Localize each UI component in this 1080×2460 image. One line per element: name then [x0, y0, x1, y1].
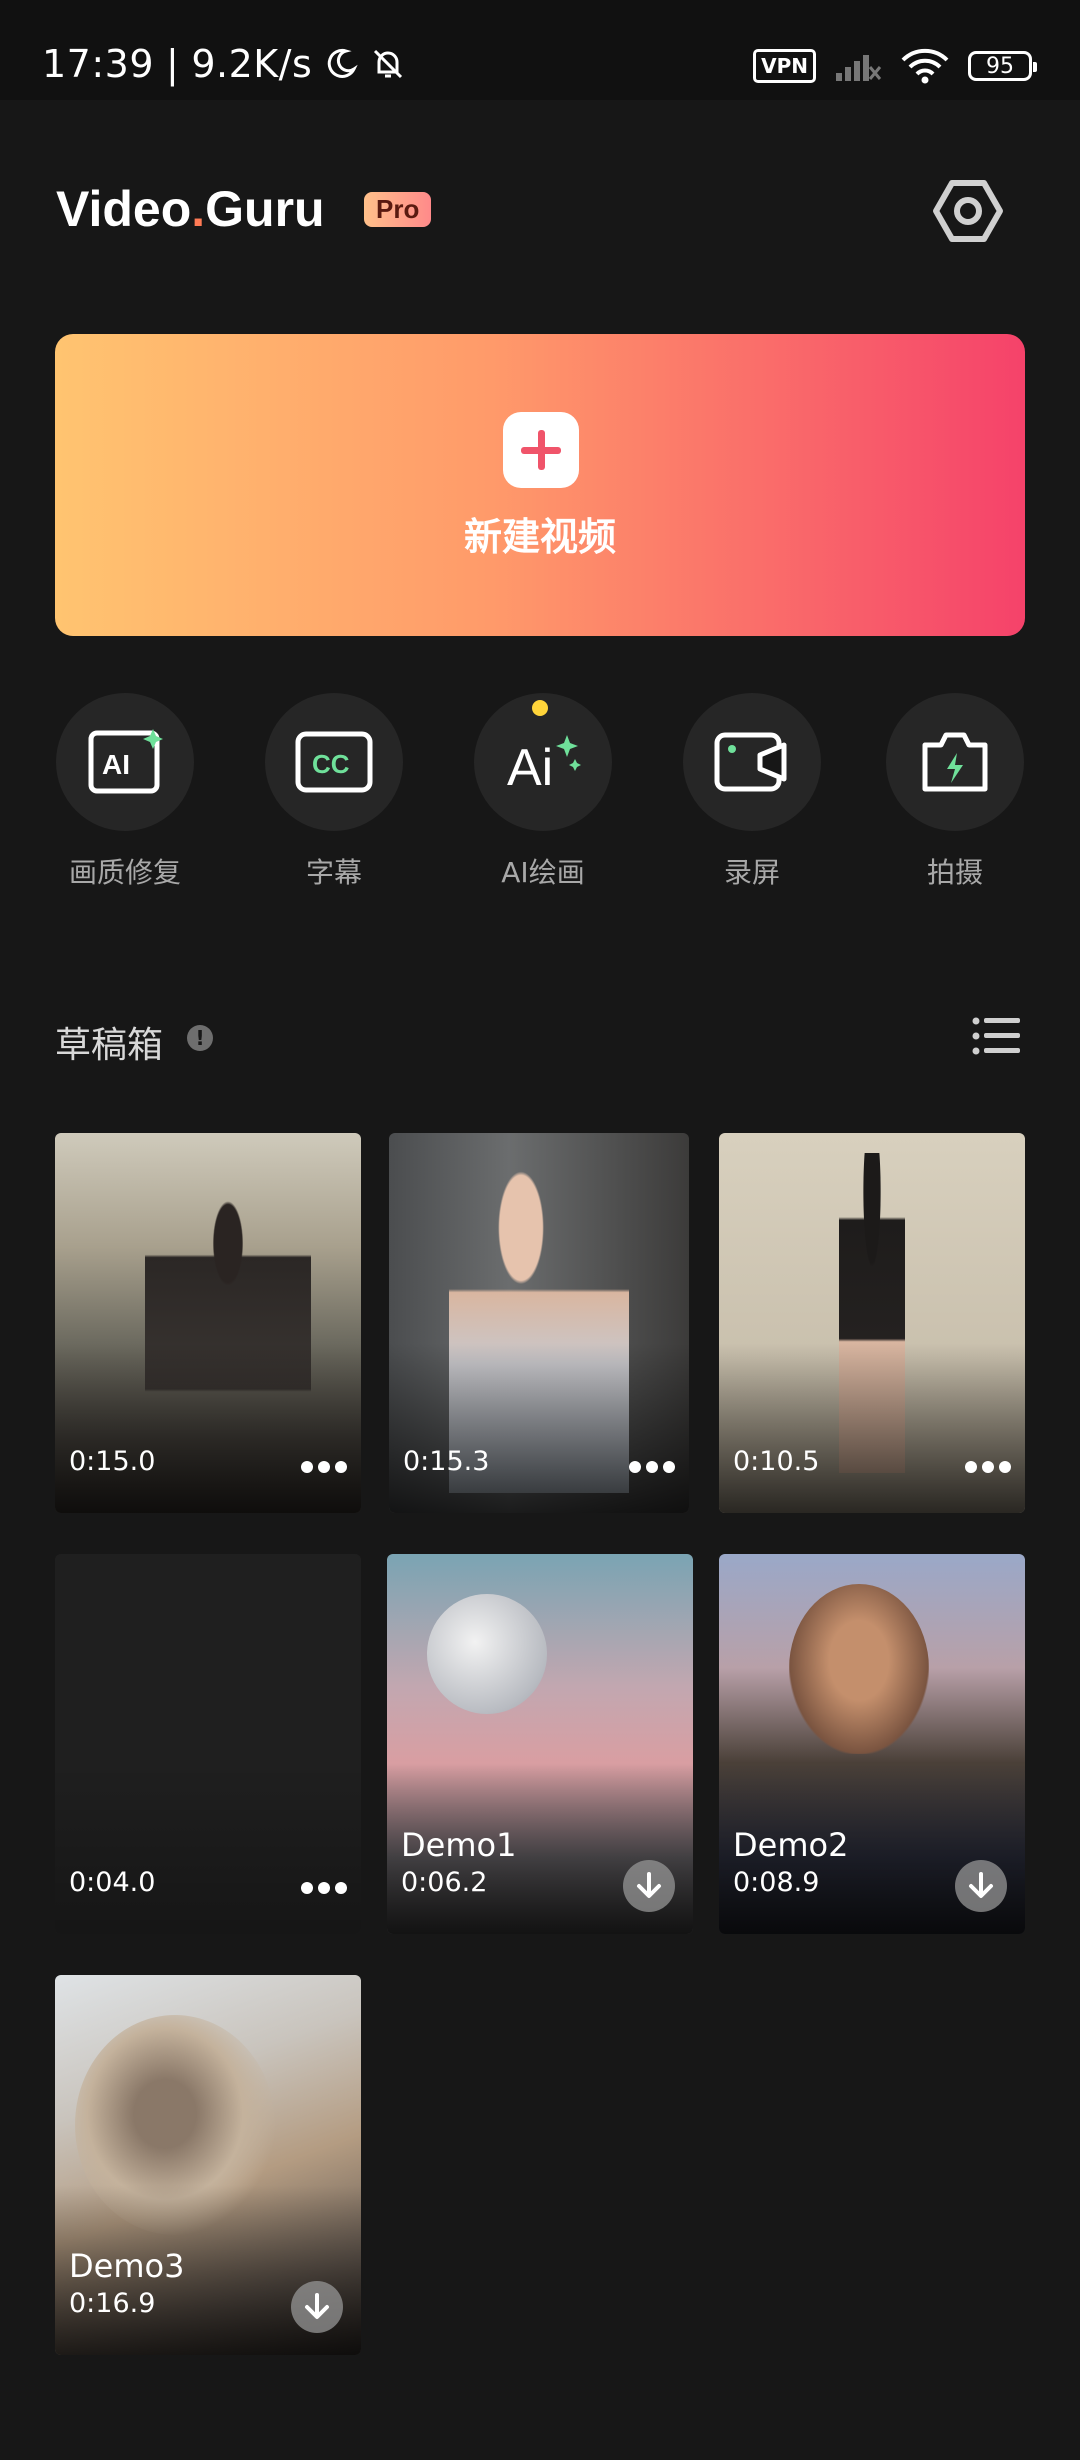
new-feature-dot — [532, 700, 548, 716]
download-icon[interactable] — [291, 2281, 343, 2333]
status-right: VPN 95 — [753, 48, 1037, 84]
draft-duration: 0:16.9 — [69, 2288, 156, 2319]
ai-paint-icon: Ai — [507, 735, 581, 797]
thumbnail-shade — [55, 1764, 361, 1934]
tool-label: 画质修复 — [68, 856, 181, 889]
tool-label: 字幕 — [305, 856, 362, 889]
status-bar: 17:39 | 9.2K/s VPN 95 — [0, 0, 1080, 100]
thumbnail-shade — [719, 1343, 1025, 1513]
drafts-title: 草稿箱 — [55, 1025, 164, 1066]
new-video-button[interactable]: 新建视频 — [55, 334, 1025, 636]
settings-icon[interactable] — [932, 175, 1004, 247]
tool-label: 拍摄 — [926, 856, 983, 889]
thumbnail-shade — [55, 1343, 361, 1513]
draft-item[interactable]: 0:04.0 — [55, 1554, 361, 1934]
tool-label: AI绘画 — [501, 856, 585, 889]
ai-enhance-icon: AI — [88, 729, 163, 794]
cellular-signal-icon — [836, 55, 882, 81]
draft-duration: 0:04.0 — [69, 1867, 156, 1898]
tool-subtitle[interactable]: CC 字幕 — [264, 693, 404, 891]
new-video-label: 新建视频 — [463, 515, 616, 559]
status-left: 17:39 | 9.2K/s — [42, 42, 406, 86]
draft-item[interactable]: Demo2 0:08.9 — [719, 1554, 1025, 1934]
more-options-icon[interactable] — [301, 1882, 347, 1894]
draft-item[interactable]: 0:15.3 — [389, 1133, 689, 1513]
draft-duration: 0:15.3 — [403, 1446, 490, 1477]
more-options-icon[interactable] — [301, 1461, 347, 1473]
list-view-icon[interactable] — [972, 1015, 1022, 1057]
svg-text:CC: CC — [312, 749, 350, 779]
more-options-icon[interactable] — [965, 1461, 1011, 1473]
draft-name: Demo3 — [69, 2247, 185, 2285]
draft-duration: 0:08.9 — [733, 1867, 820, 1898]
status-divider: | — [166, 42, 180, 86]
draft-item[interactable]: 0:15.0 — [55, 1133, 361, 1513]
tool-screen-record[interactable]: 录屏 — [682, 693, 822, 891]
draft-item[interactable]: 0:10.5 — [719, 1133, 1025, 1513]
tool-circle: CC — [265, 693, 403, 831]
plus-icon — [503, 412, 579, 488]
cc-subtitle-icon: CC — [295, 731, 373, 793]
status-time: 17:39 — [42, 42, 155, 86]
pro-badge[interactable]: Pro — [364, 192, 432, 227]
download-icon[interactable] — [955, 1860, 1007, 1912]
tool-camera[interactable]: 拍摄 — [885, 693, 1025, 891]
battery-level: 95 — [986, 53, 1014, 79]
tool-circle: AI — [56, 693, 194, 831]
draft-name: Demo2 — [733, 1826, 849, 1864]
svg-text:AI: AI — [102, 749, 130, 780]
draft-item[interactable]: Demo3 0:16.9 — [55, 1975, 361, 2355]
draft-duration: 0:10.5 — [733, 1446, 820, 1477]
bell-off-icon — [374, 49, 403, 79]
tool-circle — [886, 693, 1024, 831]
info-icon[interactable]: ! — [187, 1025, 213, 1051]
logo-dot: . — [191, 181, 206, 237]
draft-name: Demo1 — [401, 1826, 517, 1864]
face-silhouette — [789, 1584, 929, 1754]
logo-word-guru: Guru — [205, 181, 325, 237]
draft-duration: 0:15.0 — [69, 1446, 156, 1477]
tool-ai-paint[interactable]: Ai AI绘画 — [473, 693, 613, 891]
tool-circle — [683, 693, 821, 831]
download-icon[interactable] — [623, 1860, 675, 1912]
tools-row: AI 画质修复 CC 字幕 Ai AI绘画 录屏 拍摄 — [55, 693, 1025, 893]
draft-item[interactable]: Demo1 0:06.2 — [387, 1554, 693, 1934]
app-logo: Video.Guru — [56, 180, 325, 238]
camera-icon — [922, 732, 988, 792]
tool-quality-repair[interactable]: AI 画质修复 — [55, 693, 195, 891]
screen-record-icon — [714, 732, 787, 792]
draft-duration: 0:06.2 — [401, 1867, 488, 1898]
battery-indicator: 95 — [968, 51, 1037, 81]
status-network-speed: 9.2K/s — [191, 42, 313, 86]
vpn-badge: VPN — [753, 49, 816, 83]
logo-word-video: Video — [56, 181, 192, 237]
svg-text:Ai: Ai — [507, 739, 553, 797]
thumbnail-shade — [389, 1343, 689, 1513]
moon-shape — [427, 1594, 547, 1714]
wifi-icon — [901, 48, 949, 84]
tool-label: 录屏 — [723, 856, 780, 889]
more-options-icon[interactable] — [629, 1461, 675, 1473]
moon-icon — [328, 48, 358, 78]
